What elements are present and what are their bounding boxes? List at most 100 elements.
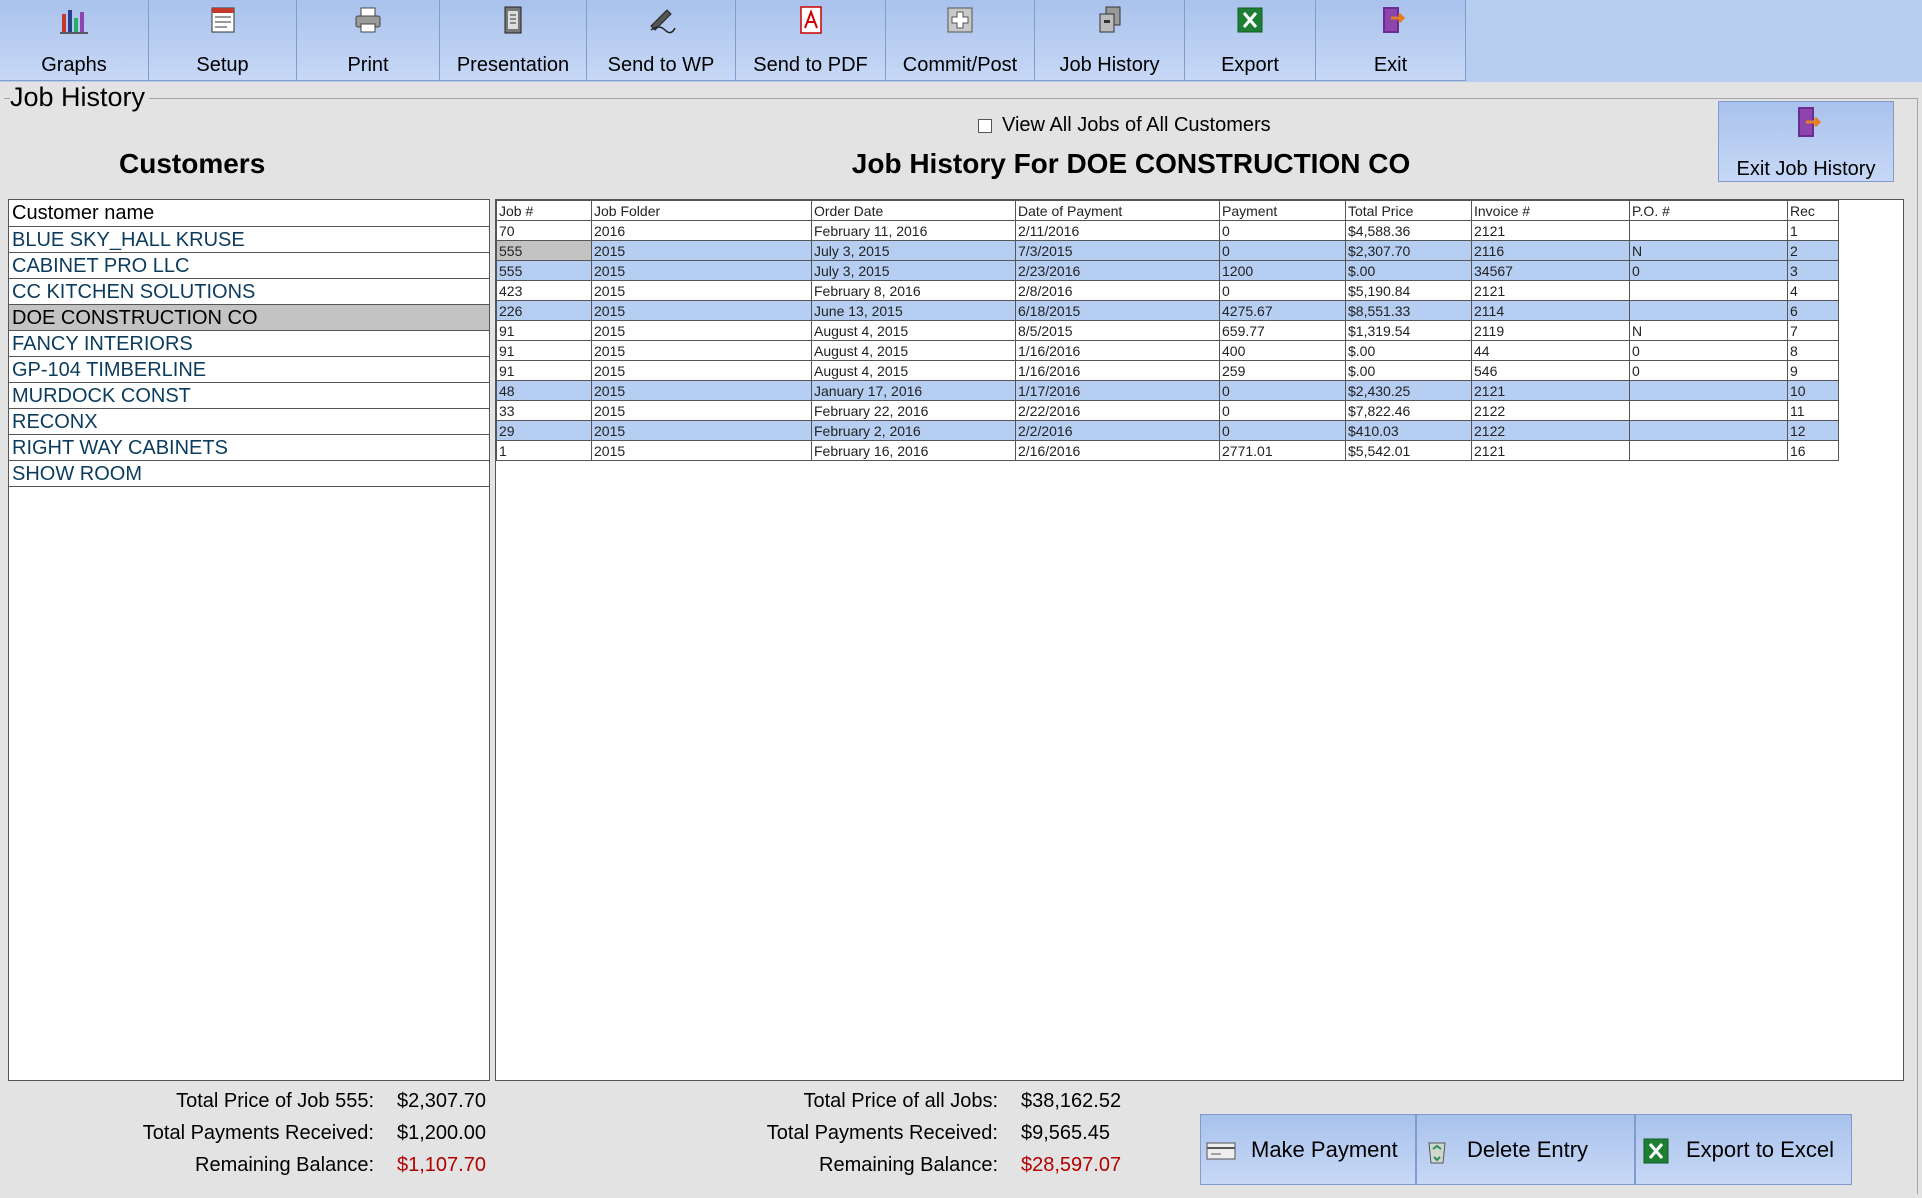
commit-post-button[interactable]: Commit/Post: [886, 0, 1035, 81]
table-cell[interactable]: 2/11/2016: [1015, 220, 1220, 241]
table-cell[interactable]: $8,551.33: [1345, 300, 1472, 321]
table-cell[interactable]: 1: [496, 440, 592, 461]
table-cell[interactable]: 2015: [591, 440, 812, 461]
send-to-wp-button[interactable]: Send to WP: [587, 0, 736, 81]
table-cell[interactable]: 6/18/2015: [1015, 300, 1220, 321]
table-cell[interactable]: N: [1629, 240, 1788, 261]
table-cell[interactable]: 226: [496, 300, 592, 321]
table-cell[interactable]: July 3, 2015: [811, 240, 1016, 261]
table-row[interactable]: 555 2015 July 3, 2015 2/23/2016 1200 $.00 3456…: [496, 260, 1839, 281]
checkbox-box[interactable]: [978, 118, 992, 133]
table-cell[interactable]: N: [1629, 320, 1788, 341]
table-cell[interactable]: $.00: [1345, 260, 1472, 281]
customer-item[interactable]: GP-104 TIMBERLINE: [9, 357, 489, 383]
customer-item[interactable]: BLUE SKY_HALL KRUSE: [9, 227, 489, 253]
table-cell[interactable]: 11: [1787, 400, 1839, 421]
column-header[interactable]: Job Folder: [591, 200, 812, 221]
table-cell[interactable]: 2015: [591, 380, 812, 401]
table-row[interactable]: 91 2015 August 4, 2015 8/5/2015 659.77 $1,319…: [496, 320, 1839, 341]
table-row[interactable]: 91 2015 August 4, 2015 1/16/2016 259 $.00 546 0…: [496, 360, 1839, 381]
setup-button[interactable]: Setup: [149, 0, 297, 81]
column-header[interactable]: Date of Payment: [1015, 200, 1220, 221]
table-cell[interactable]: 2015: [591, 260, 812, 281]
column-header[interactable]: Total Price: [1345, 200, 1472, 221]
customer-item[interactable]: SHOW ROOM: [9, 461, 489, 487]
customer-item[interactable]: FANCY INTERIORS: [9, 331, 489, 357]
table-cell[interactable]: 659.77: [1219, 320, 1346, 341]
table-cell[interactable]: 2122: [1471, 420, 1630, 441]
table-cell[interactable]: 0: [1219, 220, 1346, 241]
customer-list[interactable]: Customer name BLUE SKY_HALL KRUSE CABINE…: [8, 199, 490, 1081]
customer-item[interactable]: CABINET PRO LLC: [9, 253, 489, 279]
table-cell[interactable]: 2015: [591, 400, 812, 421]
table-cell[interactable]: [1629, 400, 1788, 421]
table-cell[interactable]: 1: [1787, 220, 1839, 241]
delete-entry-button[interactable]: Delete Entry: [1416, 1114, 1635, 1185]
table-cell[interactable]: $.00: [1345, 340, 1472, 361]
table-cell[interactable]: 259: [1219, 360, 1346, 381]
customer-item[interactable]: RECONX: [9, 409, 489, 435]
table-cell[interactable]: 6: [1787, 300, 1839, 321]
table-cell[interactable]: 33: [496, 400, 592, 421]
table-cell[interactable]: 7/3/2015: [1015, 240, 1220, 261]
table-cell[interactable]: February 16, 2016: [811, 440, 1016, 461]
table-cell[interactable]: $5,542.01: [1345, 440, 1472, 461]
table-cell[interactable]: [1629, 300, 1788, 321]
customer-item[interactable]: RIGHT WAY CABINETS: [9, 435, 489, 461]
table-cell[interactable]: [1629, 380, 1788, 401]
table-cell[interactable]: 2/22/2016: [1015, 400, 1220, 421]
table-row[interactable]: 555 2015 July 3, 2015 7/3/2015 0 $2,307.70 211…: [496, 240, 1839, 261]
table-cell[interactable]: $2,430.25: [1345, 380, 1472, 401]
make-payment-button[interactable]: Make Payment: [1200, 1114, 1416, 1185]
column-header[interactable]: Payment: [1219, 200, 1346, 221]
table-cell[interactable]: 4275.67: [1219, 300, 1346, 321]
table-cell[interactable]: 2116: [1471, 240, 1630, 261]
table-row[interactable]: 48 2015 January 17, 2016 1/17/2016 0 $2,430.2…: [496, 380, 1839, 401]
column-header[interactable]: Rec: [1787, 200, 1839, 221]
table-cell[interactable]: 2015: [591, 240, 812, 261]
table-cell[interactable]: 12: [1787, 420, 1839, 441]
table-cell[interactable]: [1629, 440, 1788, 461]
table-cell[interactable]: $5,190.84: [1345, 280, 1472, 301]
table-cell[interactable]: 2121: [1471, 380, 1630, 401]
table-cell[interactable]: 0: [1219, 420, 1346, 441]
table-row[interactable]: 91 2015 August 4, 2015 1/16/2016 400 $.00 44 0 8: [496, 340, 1839, 361]
table-cell[interactable]: 70: [496, 220, 592, 241]
table-cell[interactable]: August 4, 2015: [811, 360, 1016, 381]
job-history-grid[interactable]: Job # Job Folder Order Date Date of Paym…: [495, 199, 1904, 1081]
customer-item-selected[interactable]: DOE CONSTRUCTION CO: [9, 305, 489, 331]
table-cell[interactable]: 7: [1787, 320, 1839, 341]
table-cell[interactable]: 2/8/2016: [1015, 280, 1220, 301]
table-cell[interactable]: 2771.01: [1219, 440, 1346, 461]
table-row[interactable]: 226 2015 June 13, 2015 6/18/2015 4275.67 $8,5…: [496, 300, 1839, 321]
table-cell[interactable]: 1/16/2016: [1015, 340, 1220, 361]
table-cell[interactable]: 1/17/2016: [1015, 380, 1220, 401]
table-cell[interactable]: 2119: [1471, 320, 1630, 341]
table-cell[interactable]: $410.03: [1345, 420, 1472, 441]
table-cell[interactable]: August 4, 2015: [811, 320, 1016, 341]
exit-button[interactable]: Exit: [1316, 0, 1466, 81]
table-cell[interactable]: August 4, 2015: [811, 340, 1016, 361]
table-cell[interactable]: 2/2/2016: [1015, 420, 1220, 441]
table-cell[interactable]: 2016: [591, 220, 812, 241]
table-cell[interactable]: $.00: [1345, 360, 1472, 381]
table-cell[interactable]: 91: [496, 360, 592, 381]
table-cell[interactable]: 91: [496, 320, 592, 341]
table-cell[interactable]: 16: [1787, 440, 1839, 461]
table-cell[interactable]: June 13, 2015: [811, 300, 1016, 321]
table-cell[interactable]: 2015: [591, 320, 812, 341]
table-cell[interactable]: 423: [496, 280, 592, 301]
view-all-jobs-checkbox[interactable]: View All Jobs of All Customers: [978, 114, 1271, 137]
table-cell[interactable]: 1/16/2016: [1015, 360, 1220, 381]
table-cell[interactable]: 2121: [1471, 220, 1630, 241]
table-cell[interactable]: [1629, 420, 1788, 441]
table-cell[interactable]: February 2, 2016: [811, 420, 1016, 441]
table-row[interactable]: 33 2015 February 22, 2016 2/22/2016 0 $7,822.…: [496, 400, 1839, 421]
table-cell[interactable]: 3: [1787, 260, 1839, 281]
table-cell[interactable]: 2114: [1471, 300, 1630, 321]
table-cell[interactable]: 4: [1787, 280, 1839, 301]
table-cell[interactable]: 2015: [591, 300, 812, 321]
table-cell[interactable]: 0: [1629, 360, 1788, 381]
table-cell[interactable]: 0: [1219, 400, 1346, 421]
table-cell[interactable]: February 22, 2016: [811, 400, 1016, 421]
